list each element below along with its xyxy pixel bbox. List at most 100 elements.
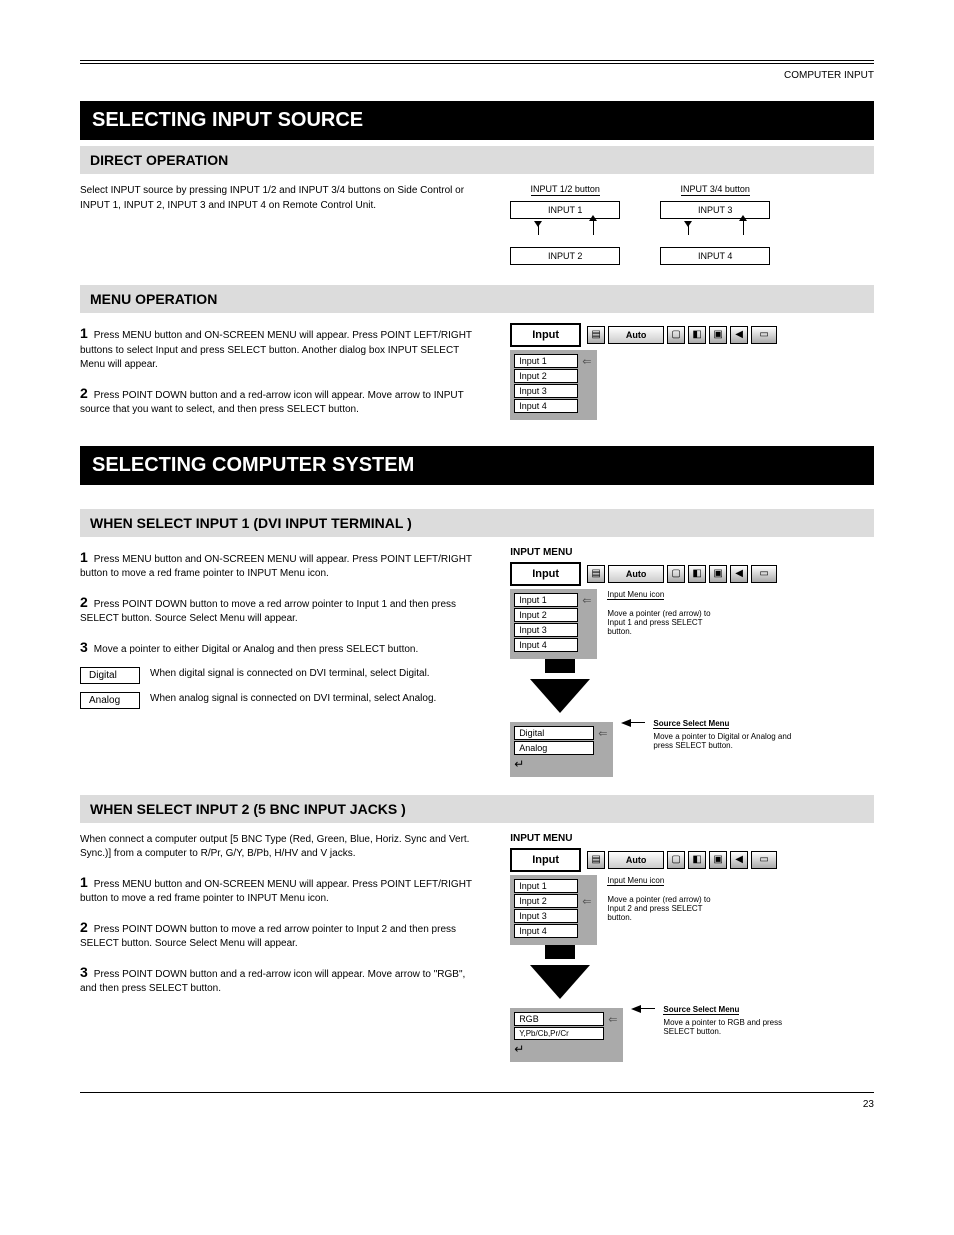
diag1-top-text: INPUT 1 [548, 205, 582, 215]
input-menu-icon-label: Input Menu icon [607, 590, 664, 600]
big-arrow-icon [530, 965, 590, 999]
move-pointer1-text: Move a pointer (red arrow) to Input 1 an… [607, 609, 727, 636]
input-menu-label: INPUT MENU [510, 547, 874, 558]
list-item[interactable]: Input 3 [514, 909, 578, 923]
list-item[interactable]: Y,Pb/Cb,Pr/Cr [514, 1027, 604, 1040]
menu-icon[interactable]: ▤ [587, 326, 605, 344]
menu-icon[interactable]: ▤ [587, 565, 605, 583]
ui-toolbar-row: Input ▤ Auto ▢ ◧ ▣ ◀ ▭ [510, 562, 874, 586]
digital-text: When digital signal is connected on DVI … [150, 667, 480, 682]
toolbar-icon-5[interactable]: ▭ [751, 326, 777, 344]
auto-button[interactable]: Auto [608, 565, 664, 583]
in2-step2: 2Press POINT DOWN button to move a red a… [80, 917, 480, 952]
list-item[interactable]: Input 3 [514, 384, 578, 398]
subheader-menu: MENU OPERATION [80, 285, 874, 313]
pointer-arrow-icon: ⇐ [582, 355, 591, 368]
in2-step1-text: Press MENU button and ON-SCREEN MENU wil… [80, 879, 472, 905]
source-menu2-text: Move a pointer to RGB and press SELECT b… [663, 1018, 803, 1036]
in1-step3: 3Move a pointer to either Digital or Ana… [80, 637, 480, 658]
page-footer: 23 [80, 1092, 874, 1110]
in1-step3-text: Move a pointer to either Digital or Anal… [94, 644, 418, 655]
move-pointer2-text: Move a pointer (red arrow) to Input 2 an… [607, 895, 727, 922]
in2-intro: When connect a computer output [5 BNC Ty… [80, 833, 480, 862]
list-item[interactable]: Input 3 [514, 623, 578, 637]
big-arrow-icon [545, 659, 575, 673]
list-item[interactable]: Input 1 [514, 354, 578, 368]
list-item[interactable]: RGB [514, 1012, 604, 1026]
input-menu-label-2: INPUT MENU [510, 833, 874, 844]
input-button[interactable]: Input [510, 848, 581, 872]
auto-button[interactable]: Auto [608, 851, 664, 869]
diag1-bottom-text: INPUT 2 [548, 251, 582, 261]
toolbar-icon-3[interactable]: ▣ [709, 851, 727, 869]
toolbar-icon-2[interactable]: ◧ [688, 326, 706, 344]
toolbar-icon-5[interactable]: ▭ [751, 851, 777, 869]
toolbar-icon-2[interactable]: ◧ [688, 565, 706, 583]
step-num-1: 1 [80, 549, 88, 565]
step-num-1: 1 [80, 874, 88, 890]
digital-option: Digital [80, 667, 140, 684]
list-item[interactable]: Input 1 [514, 593, 578, 607]
menu-icon[interactable]: ▤ [587, 851, 605, 869]
analog-text: When analog signal is connected on DVI t… [150, 692, 480, 707]
in1-step2: 2Press POINT DOWN button to move a red a… [80, 592, 480, 627]
toolbar-icon-2[interactable]: ◧ [688, 851, 706, 869]
analog-option: Analog [80, 692, 140, 709]
list-item[interactable]: Input 2 [514, 608, 578, 622]
step-num-2: 2 [80, 919, 88, 935]
diag1-bottom: INPUT 2 [510, 247, 620, 265]
toolbar-icon-3[interactable]: ▣ [709, 565, 727, 583]
in2-step2-text: Press POINT DOWN button to move a red ar… [80, 924, 456, 950]
in1-step2-text: Press POINT DOWN button to move a red ar… [80, 599, 456, 625]
return-icon[interactable] [514, 757, 526, 767]
input-button[interactable]: Input [510, 562, 581, 586]
in2-step3-text: Press POINT DOWN button and a red-arrow … [80, 969, 465, 995]
input-list-panel: Input 1 ⇐ Input 2 Input 3 Input 4 [510, 589, 597, 659]
diag2-top: INPUT 3 [660, 201, 770, 219]
list-item[interactable]: Digital [514, 726, 594, 740]
step-num-2: 2 [80, 385, 88, 401]
big-arrow-icon [530, 679, 590, 713]
list-item[interactable]: Input 4 [514, 399, 578, 413]
toolbar-icon-1[interactable]: ▢ [667, 326, 685, 344]
source-select-panel: Digital ⇐ Analog [510, 722, 613, 777]
toolbar-icon-1[interactable]: ▢ [667, 565, 685, 583]
auto-button[interactable]: Auto [608, 326, 664, 344]
subheader-input1: WHEN SELECT INPUT 1 (DVI INPUT TERMINAL … [80, 509, 874, 537]
diag2-bottom-text: INPUT 4 [698, 251, 732, 261]
toolbar-icon-4[interactable]: ◀ [730, 326, 748, 344]
list-item[interactable]: Analog [514, 741, 594, 755]
in1-step1-text: Press MENU button and ON-SCREEN MENU wil… [80, 554, 472, 580]
toolbar-icon-4[interactable]: ◀ [730, 851, 748, 869]
direct-text: Select INPUT source by pressing INPUT 1/… [80, 184, 480, 213]
input-button[interactable]: Input [510, 323, 581, 347]
pointer-arrow-icon: ⇐ [598, 727, 607, 740]
list-item[interactable]: Input 4 [514, 638, 578, 652]
step-num-1: 1 [80, 325, 88, 341]
subheader-direct: DIRECT OPERATION [80, 146, 874, 174]
diag1-top: INPUT 1 [510, 201, 620, 219]
toolbar-icon-3[interactable]: ▣ [709, 326, 727, 344]
pointer-arrow-icon: ⇐ [582, 594, 591, 607]
toolbar-icon-4[interactable]: ◀ [730, 565, 748, 583]
list-item[interactable]: Input 4 [514, 924, 578, 938]
list-item[interactable]: Input 2 [514, 369, 578, 383]
input-menu-icon-label-2: Input Menu icon [607, 876, 664, 886]
left-arrow-icon [621, 719, 645, 727]
page-number: 23 [863, 1099, 874, 1110]
list-item[interactable]: Input 1 [514, 879, 578, 893]
ui-toolbar-row: Input ▤ Auto ▢ ◧ ▣ ◀ ▭ [510, 323, 874, 347]
input-list-panel: Input 1 Input 2⇐ Input 3 Input 4 [510, 875, 597, 945]
return-icon[interactable] [514, 1042, 526, 1052]
button-diagrams: INPUT 1/2 button INPUT 1 INPUT 2 INPUT 3… [510, 184, 874, 267]
menu-step1-text: Press MENU button and ON-SCREEN MENU wil… [80, 330, 472, 370]
section-selecting-input: SELECTING INPUT SOURCE [80, 101, 874, 140]
diag1-header: INPUT 1/2 button [531, 184, 600, 196]
source-menu-label-2: Source Select Menu [663, 1005, 739, 1015]
list-item[interactable]: Input 2 [514, 894, 578, 908]
toolbar-icon-1[interactable]: ▢ [667, 851, 685, 869]
toolbar-icon-5[interactable]: ▭ [751, 565, 777, 583]
top-rule [80, 60, 874, 64]
in1-step1: 1Press MENU button and ON-SCREEN MENU wi… [80, 547, 480, 582]
source-select-panel-2: RGB⇐ Y,Pb/Cb,Pr/Cr [510, 1008, 623, 1062]
